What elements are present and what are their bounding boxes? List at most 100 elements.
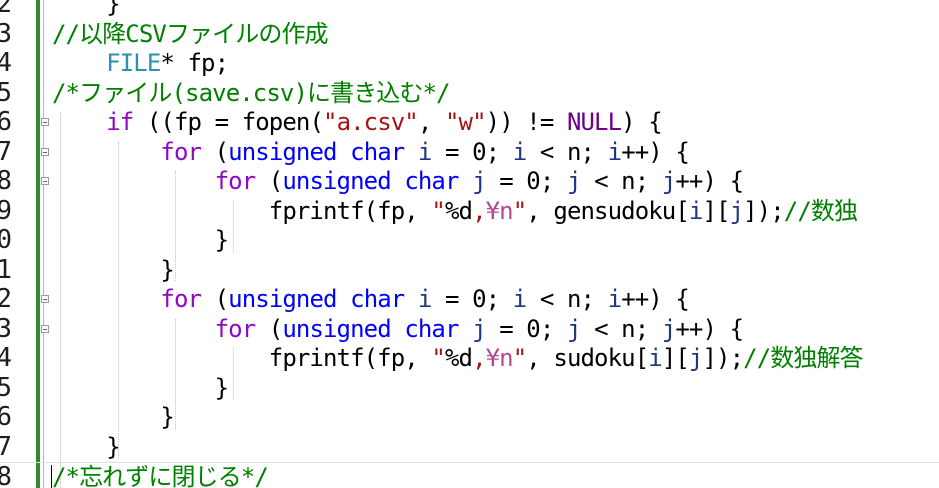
- code-token: char: [350, 137, 405, 166]
- code-line[interactable]: 8 for (unsigned char j = 0; j < n; j++) …: [0, 167, 939, 196]
- line-number: 9: [0, 195, 12, 226]
- code-token: j: [566, 314, 581, 343]
- code-token: = 0;: [485, 314, 567, 343]
- code-token: ¥n: [485, 196, 514, 225]
- code-token: , sudoku[: [526, 344, 649, 372]
- code-token: j: [472, 167, 486, 195]
- code-token: fprintf(fp,: [52, 344, 432, 372]
- code-line[interactable]: 5 /*ファイル(save.csv)に書き込む*/: [0, 78, 939, 108]
- code-line[interactable]: 2 }: [0, 0, 939, 19]
- code-token: = 0;: [485, 167, 567, 195]
- code-token: ]);: [702, 344, 744, 372]
- line-number: 1: [0, 254, 12, 285]
- code-token: * fp;: [160, 49, 229, 77]
- code-token: char: [350, 285, 405, 313]
- fold-collapse-icon[interactable]: [41, 295, 49, 303]
- code-text[interactable]: for (unsigned char i = 0; i < n; i++) {: [52, 138, 689, 167]
- code-editor[interactable]: 2 } 3//以降CSVファイルの作成 4 FILE* fp; 5/*ファイル(sav…: [0, 0, 939, 488]
- code-text[interactable]: }: [52, 373, 229, 403]
- code-token: = 0;: [431, 137, 513, 166]
- code-text[interactable]: }: [52, 226, 229, 255]
- code-text[interactable]: /*忘れずに閉じる*/: [52, 463, 269, 488]
- code-token: ++) {: [675, 314, 744, 343]
- fold-collapse-icon[interactable]: [41, 324, 49, 333]
- code-token: j: [661, 314, 676, 343]
- code-line[interactable]: 7 for (unsigned char i = 0; i < n; i++) …: [0, 136, 939, 167]
- code-text[interactable]: for (unsigned char j = 0; j < n; j++) {: [52, 314, 744, 344]
- code-token: i: [512, 137, 527, 166]
- line-number: 0: [0, 225, 12, 255]
- code-token: ": [431, 344, 445, 372]
- code-token: char: [404, 314, 459, 343]
- code-token: ]);: [743, 196, 785, 225]
- code-token: /*忘れずに閉じる*/: [52, 463, 269, 488]
- code-text[interactable]: fprintf(fp, "%d,¥n", gensudoku[i][j]);//…: [52, 196, 858, 226]
- line-number: 4: [0, 48, 12, 78]
- code-line[interactable]: 8 /*忘れずに閉じる*/: [0, 462, 939, 488]
- code-token: ¥n: [485, 344, 514, 372]
- code-token: i: [607, 285, 622, 313]
- code-text[interactable]: FILE* fp;: [52, 49, 229, 78]
- code-text[interactable]: //以降CSVファイルの作成: [52, 19, 329, 49]
- code-token: ][: [661, 344, 690, 372]
- code-token: //数独解答: [743, 344, 863, 372]
- code-line[interactable]: 4 fprintf(fp, "%d,¥n", sudoku[i][j]);//数…: [0, 344, 939, 373]
- fold-collapse-icon[interactable]: [41, 147, 49, 156]
- code-token: for: [160, 285, 202, 313]
- code-token: (: [255, 167, 283, 195]
- code-text[interactable]: }: [52, 256, 174, 285]
- code-token: = 0;: [431, 285, 513, 313]
- code-text[interactable]: }: [52, 403, 174, 432]
- code-token: }: [52, 255, 174, 284]
- code-token: ++) {: [621, 137, 690, 166]
- code-token: , gensudoku[: [526, 196, 689, 225]
- code-token: ": [431, 196, 445, 225]
- code-token: j: [661, 167, 676, 195]
- fold-collapse-icon[interactable]: [41, 177, 49, 185]
- code-token: //以降CSVファイルの作成: [52, 19, 329, 48]
- code-token: ,: [472, 196, 486, 225]
- code-text[interactable]: for (unsigned char i = 0; i < n; i++) {: [52, 285, 689, 314]
- code-text[interactable]: }: [52, 0, 120, 19]
- line-number: 7: [0, 431, 12, 462]
- code-line[interactable]: 3 for (unsigned char j = 0; j < n; j++) …: [0, 314, 939, 344]
- code-token: }: [52, 373, 229, 402]
- code-text[interactable]: if ((fp = fopen("a.csv", "w")) != NULL) …: [52, 108, 662, 137]
- code-line[interactable]: 3 //以降CSVファイルの作成: [0, 19, 939, 49]
- code-token: j: [566, 167, 581, 195]
- line-number: 6: [0, 402, 12, 432]
- code-line[interactable]: 6 if ((fp = fopen("a.csv", "w")) != NULL…: [0, 108, 939, 137]
- code-token: < n;: [580, 314, 662, 343]
- code-token: %d: [444, 344, 473, 372]
- fold-collapse-icon[interactable]: [41, 118, 49, 126]
- code-text[interactable]: /*ファイル(save.csv)に書き込む*/: [52, 79, 450, 108]
- code-line[interactable]: 0 }: [0, 226, 939, 255]
- code-token: }: [52, 226, 229, 254]
- code-text[interactable]: for (unsigned char j = 0; j < n; j++) {: [52, 167, 744, 196]
- code-line[interactable]: 5 }: [0, 373, 939, 403]
- code-line[interactable]: 9 fprintf(fp, "%d,¥n", gensudoku[i][j]);…: [0, 195, 939, 226]
- code-token: i: [512, 285, 527, 313]
- code-token: i: [607, 137, 622, 166]
- code-line[interactable]: 2 for (unsigned char i = 0; i < n; i++) …: [0, 285, 939, 314]
- line-number: 7: [0, 136, 12, 167]
- code-token: j: [472, 314, 486, 343]
- code-token: "a.csv": [323, 108, 419, 136]
- code-text[interactable]: fprintf(fp, "%d,¥n", sudoku[i][j]);//数独解…: [52, 344, 864, 373]
- code-token: (: [201, 137, 229, 166]
- code-text[interactable]: }: [52, 433, 120, 462]
- code-line[interactable]: 4 FILE* fp;: [0, 49, 939, 78]
- code-line[interactable]: 1 }: [0, 254, 939, 285]
- code-line[interactable]: 7 }: [0, 431, 939, 462]
- line-number: 8: [0, 462, 12, 488]
- code-token: for: [214, 167, 257, 195]
- code-token: %d: [444, 196, 473, 225]
- code-token: < n;: [580, 167, 662, 195]
- code-line[interactable]: 6 }: [0, 403, 939, 432]
